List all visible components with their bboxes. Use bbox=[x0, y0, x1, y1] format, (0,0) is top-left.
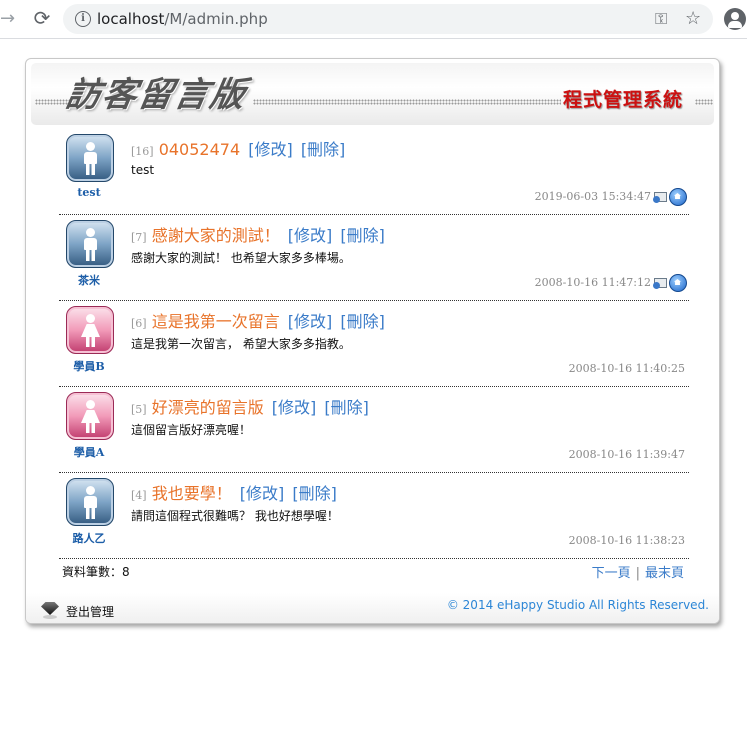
male-avatar-icon bbox=[66, 134, 114, 182]
email-icon[interactable] bbox=[653, 189, 667, 203]
message-time: 2008-10-16 11:47:12 bbox=[534, 276, 651, 289]
message-time: 2008-10-16 11:40:25 bbox=[568, 362, 685, 375]
message-item: 路人乙 [4] 我也要學！ [修改] [刪除] 請問這個程式很難嗎？ 我也好想學… bbox=[59, 473, 689, 559]
message-author: 茶米 bbox=[78, 274, 100, 287]
home-icon[interactable] bbox=[669, 188, 687, 206]
email-icon[interactable] bbox=[653, 275, 667, 289]
message-subject: 04052474 bbox=[158, 140, 241, 159]
system-title: 程式管理系統 bbox=[563, 89, 684, 111]
edit-link[interactable]: [修改] bbox=[240, 484, 285, 503]
male-avatar-icon bbox=[66, 478, 114, 526]
message-author: 學員B bbox=[73, 360, 105, 373]
delete-link[interactable]: [刪除] bbox=[340, 312, 385, 331]
message-header: [5] 好漂亮的留言版 [修改] [刪除] bbox=[131, 394, 369, 418]
female-avatar-icon bbox=[66, 392, 114, 440]
message-body: 請問這個程式很難嗎？ 我也好想學喔！ bbox=[131, 509, 339, 523]
message-body: 感謝大家的測試！ 也希望大家多多棒場。 bbox=[131, 251, 351, 265]
edit-link[interactable]: [修改] bbox=[248, 140, 293, 159]
message-subject: 感謝大家的測試！ bbox=[151, 226, 280, 245]
message-time: 2008-10-16 11:39:47 bbox=[568, 448, 685, 461]
record-count: 資料筆數：8 bbox=[62, 565, 130, 579]
address-bar[interactable]: i localhost/M/admin.php ⚿ ☆ bbox=[63, 4, 713, 34]
header-dotted-line bbox=[695, 99, 713, 105]
message-number: [7] bbox=[131, 231, 147, 244]
message-subject: 好漂亮的留言版 bbox=[151, 398, 264, 417]
message-number: [4] bbox=[131, 489, 147, 502]
message-header: [4] 我也要學！ [修改] [刪除] bbox=[131, 480, 337, 504]
reload-icon[interactable]: ⟳ bbox=[32, 8, 52, 28]
key-icon[interactable]: ⚿ bbox=[655, 10, 673, 28]
pager-separator: | bbox=[635, 566, 640, 581]
message-item: test [16] 04052474 [修改] [刪除] test 2019-0… bbox=[59, 129, 689, 215]
message-author: test bbox=[77, 186, 101, 199]
profile-icon[interactable] bbox=[724, 8, 746, 30]
message-time: 2008-10-16 11:38:23 bbox=[568, 534, 685, 547]
delete-link[interactable]: [刪除] bbox=[301, 140, 346, 159]
site-title: 訪客留言版 bbox=[62, 75, 250, 115]
logout-link[interactable]: 登出管理 bbox=[66, 603, 114, 620]
guestbook-panel: 訪客留言版 程式管理系統 test [16] 04052474 [修改] [刪除… bbox=[25, 58, 720, 624]
copyright-text: © 2014 eHappy Studio All Rights Reserved… bbox=[446, 598, 709, 612]
message-subject: 這是我第一次留言 bbox=[151, 312, 280, 331]
message-body: 這個留言版好漂亮喔！ bbox=[131, 423, 252, 437]
url-path: /M/admin.php bbox=[164, 10, 268, 28]
message-body: test bbox=[131, 163, 155, 177]
star-icon[interactable]: ☆ bbox=[685, 9, 705, 29]
message-body: 這是我第一次留言， 希望大家多多指教。 bbox=[131, 337, 351, 351]
message-author: 學員A bbox=[73, 446, 105, 459]
male-avatar-icon bbox=[66, 220, 114, 268]
delete-link[interactable]: [刪除] bbox=[292, 484, 337, 503]
last-page-link[interactable]: 最末頁 bbox=[645, 566, 684, 581]
logout-diamond-icon[interactable] bbox=[38, 599, 62, 621]
message-number: [5] bbox=[131, 403, 147, 416]
next-page-link[interactable]: 下一頁 bbox=[592, 566, 631, 581]
browser-toolbar: → ⟳ i localhost/M/admin.php ⚿ ☆ bbox=[0, 0, 747, 39]
message-subject: 我也要學！ bbox=[151, 484, 232, 503]
message-item: 學員B [6] 這是我第一次留言 [修改] [刪除] 這是我第一次留言， 希望大… bbox=[59, 301, 689, 387]
edit-link[interactable]: [修改] bbox=[288, 226, 333, 245]
url-text[interactable]: localhost/M/admin.php bbox=[97, 10, 268, 28]
message-time: 2019-06-03 15:34:47 bbox=[534, 190, 651, 203]
edit-link[interactable]: [修改] bbox=[272, 398, 317, 417]
delete-link[interactable]: [刪除] bbox=[324, 398, 369, 417]
message-number: [16] bbox=[131, 145, 154, 158]
message-list: test [16] 04052474 [修改] [刪除] test 2019-0… bbox=[59, 129, 689, 559]
message-number: [6] bbox=[131, 317, 147, 330]
home-icon[interactable] bbox=[669, 274, 687, 292]
panel-header: 訪客留言版 程式管理系統 bbox=[31, 63, 714, 125]
message-header: [6] 這是我第一次留言 [修改] [刪除] bbox=[131, 308, 385, 332]
delete-link[interactable]: [刪除] bbox=[340, 226, 385, 245]
pager: 下一頁 | 最末頁 bbox=[592, 562, 684, 581]
female-avatar-icon bbox=[66, 306, 114, 354]
message-header: [7] 感謝大家的測試！ [修改] [刪除] bbox=[131, 222, 385, 246]
header-dotted-line bbox=[253, 99, 561, 105]
message-header: [16] 04052474 [修改] [刪除] bbox=[131, 136, 345, 160]
message-author: 路人乙 bbox=[72, 532, 106, 545]
edit-link[interactable]: [修改] bbox=[288, 312, 333, 331]
url-host: localhost bbox=[97, 10, 165, 28]
message-item: 茶米 [7] 感謝大家的測試！ [修改] [刪除] 感謝大家的測試！ 也希望大家… bbox=[59, 215, 689, 301]
forward-arrow-icon[interactable]: → bbox=[0, 9, 18, 29]
info-icon[interactable]: i bbox=[75, 11, 91, 27]
message-item: 學員A [5] 好漂亮的留言版 [修改] [刪除] 這個留言版好漂亮喔！ 200… bbox=[59, 387, 689, 473]
